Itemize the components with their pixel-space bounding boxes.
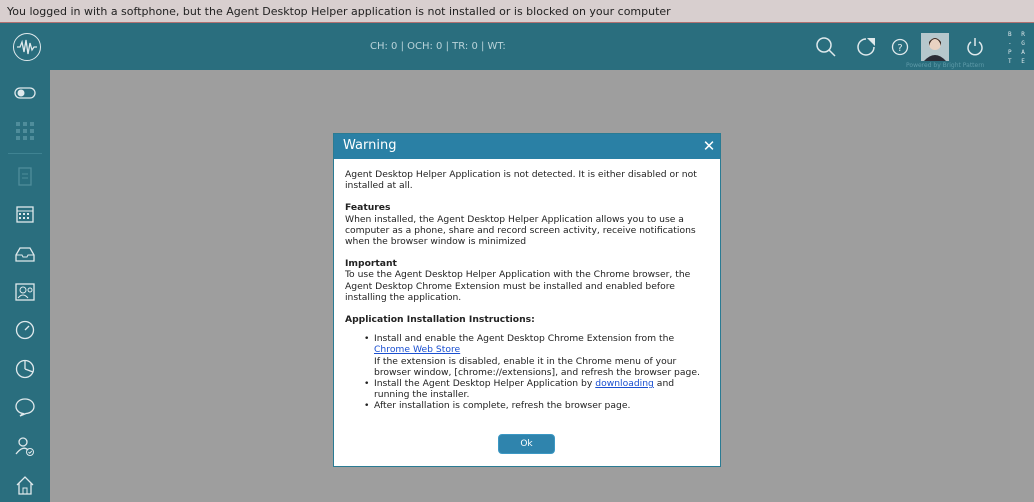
user-avatar[interactable]: [921, 33, 949, 61]
chrome-web-store-link[interactable]: Chrome Web Store: [374, 344, 460, 355]
important-text: To use the Agent Desktop Helper Applicat…: [345, 269, 691, 303]
warning-dialog: Warning ✕ Agent Desktop Helper Applicati…: [333, 133, 721, 467]
bright-pattern-logo: B R I- G HP A TT E R: [1008, 31, 1028, 65]
important-heading: Important: [345, 258, 397, 270]
features-text: When installed, the Agent Desktop Helper…: [345, 213, 696, 248]
top-navigation-bar: CH: 0 | OCH: 0 | TR: 0 | WT: ? Powered b…: [0, 23, 1034, 70]
logout-power-icon[interactable]: [964, 36, 986, 58]
reports-pie-icon[interactable]: [14, 358, 36, 380]
agent-status-icon[interactable]: [14, 435, 36, 457]
dialpad-icon[interactable]: [14, 120, 36, 142]
help-icon[interactable]: ?: [889, 36, 911, 58]
instructions-heading: Application Installation Instructions:: [345, 314, 535, 326]
dialog-title: Warning: [343, 138, 397, 153]
close-icon[interactable]: ✕: [700, 137, 718, 155]
status-toggle-icon[interactable]: [14, 82, 36, 104]
features-heading: Features: [345, 202, 391, 214]
inbox-icon[interactable]: [14, 243, 36, 265]
dialog-header: Warning ✕: [334, 134, 720, 159]
list-item: Install and enable the Agent Desktop Chr…: [364, 333, 709, 378]
activity-history-icon[interactable]: [855, 36, 877, 58]
svg-text:?: ?: [897, 43, 902, 54]
softphone-warning-banner: You logged in with a softphone, but the …: [0, 0, 1034, 23]
banner-text: You logged in with a softphone, but the …: [7, 5, 671, 18]
ok-button[interactable]: Ok: [498, 434, 555, 454]
documents-icon[interactable]: [14, 166, 36, 188]
call-stats-readout: CH: 0 | OCH: 0 | TR: 0 | WT:: [370, 41, 506, 52]
contacts-icon[interactable]: [14, 281, 36, 303]
chat-bubble-icon[interactable]: [14, 396, 36, 418]
downloading-link[interactable]: downloading: [595, 378, 654, 389]
home-icon[interactable]: [14, 474, 36, 496]
sidebar-divider: [8, 153, 42, 154]
dialog-body: Agent Desktop Helper Application is not …: [345, 169, 709, 412]
instruction-list: Install and enable the Agent Desktop Chr…: [364, 333, 709, 412]
powered-by-label: Powered by Bright Pattern: [906, 62, 985, 69]
list-item: Install the Agent Desktop Helper Applica…: [364, 378, 709, 400]
app-logo-icon[interactable]: [13, 33, 41, 61]
intro-text: Agent Desktop Helper Application is not …: [345, 169, 697, 192]
list-item: After installation is complete, refresh …: [364, 400, 709, 411]
dashboard-gauge-icon[interactable]: [14, 319, 36, 341]
left-sidebar: [0, 70, 50, 502]
calendar-icon[interactable]: [14, 203, 36, 225]
search-icon[interactable]: [815, 36, 837, 58]
